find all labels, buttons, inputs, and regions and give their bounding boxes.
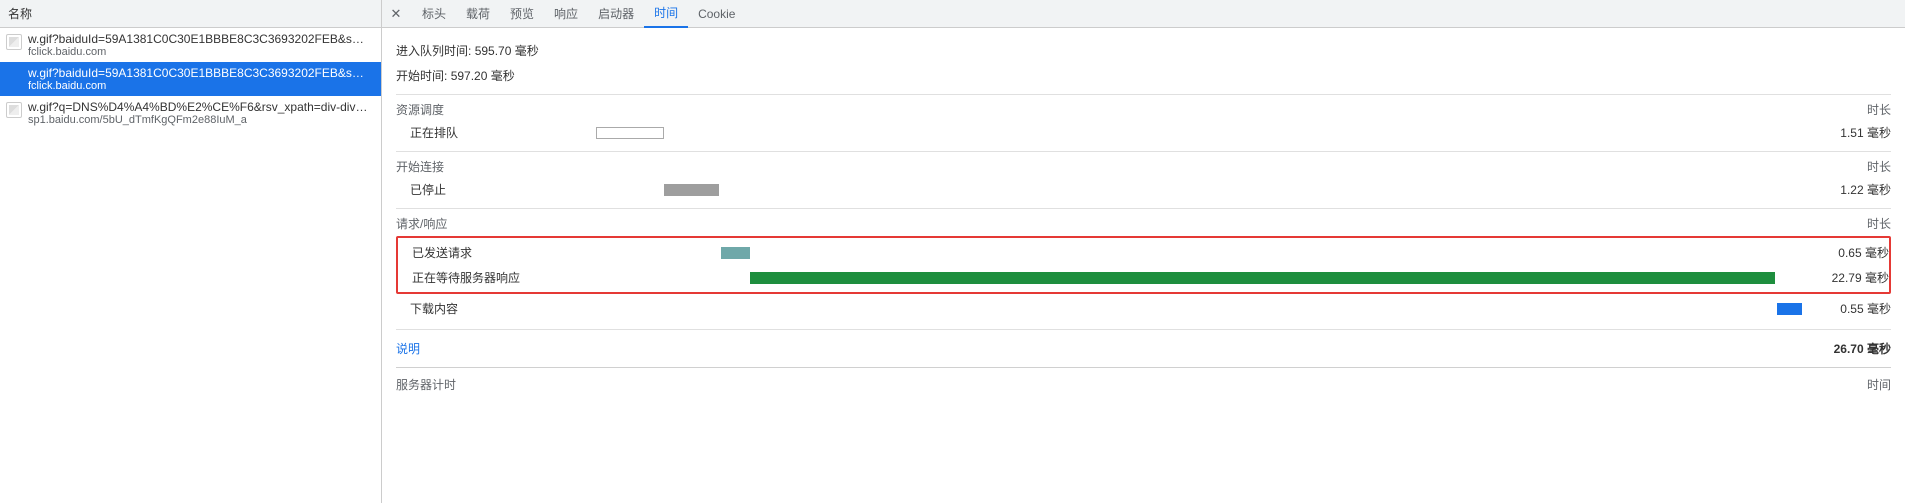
timing-row: 正在等待服务器响应 22.79 毫秒: [398, 265, 1889, 290]
timing-section-header: 资源调度 时长: [396, 94, 1891, 120]
network-requests-panel: 名称 w.gif?baiduId=59A1381C0C30E1BBBE8C3C3…: [0, 0, 382, 503]
start-time-value: 597.20 毫秒: [451, 69, 515, 83]
tab-响应[interactable]: 响应: [544, 0, 588, 28]
server-timing-right: 时间: [1867, 376, 1891, 393]
timing-section-header: 请求/响应 时长: [396, 208, 1891, 234]
section-duration-label: 时长: [1867, 158, 1891, 175]
timing-bar-area: [596, 183, 1801, 197]
section-title: 资源调度: [396, 101, 444, 118]
request-name: w.gif?q=DNS%D4%A4%BD%E2%CE%F6&rsv_xpath=…: [28, 100, 368, 114]
request-domain: fclick.baidu.com: [28, 46, 375, 58]
server-timing-header: 服务器计时 时间: [396, 367, 1891, 393]
queued-time-line: 进入队列时间: 595.70 毫秒: [396, 38, 1891, 63]
timing-row: 已停止 1.22 毫秒: [396, 177, 1891, 202]
timing-content: 进入队列时间: 595.70 毫秒 开始时间: 597.20 毫秒 资源调度时长…: [382, 28, 1905, 503]
section-duration-label: 时长: [1867, 215, 1891, 232]
detail-tabs: ✕ 标头载荷预览响应启动器时间Cookie: [382, 0, 1905, 28]
request-name: w.gif?baiduId=59A1381C0C30E1BBBE8C3C3693…: [28, 32, 368, 46]
request-row[interactable]: w.gif?q=DNS%D4%A4%BD%E2%CE%F6&rsv_xpath=…: [0, 96, 381, 130]
request-row[interactable]: w.gif?baiduId=59A1381C0C30E1BBBE8C3C3693…: [0, 28, 381, 62]
timing-row-value: 0.65 毫秒: [1799, 244, 1889, 261]
timing-row-value: 1.51 毫秒: [1801, 124, 1891, 141]
section-duration-label: 时长: [1867, 101, 1891, 118]
tab-时间[interactable]: 时间: [644, 0, 688, 28]
tab-标头[interactable]: 标头: [412, 0, 456, 28]
timing-bar: [750, 272, 1775, 284]
queued-time-value: 595.70 毫秒: [475, 44, 539, 58]
image-icon: [6, 34, 22, 50]
timing-bar: [596, 127, 664, 139]
timing-row-value: 22.79 毫秒: [1799, 269, 1889, 286]
request-list: w.gif?baiduId=59A1381C0C30E1BBBE8C3C3693…: [0, 28, 381, 503]
requests-header-name: 名称: [8, 5, 32, 22]
section-title: 开始连接: [396, 158, 444, 175]
timing-row: 正在排队 1.51 毫秒: [396, 120, 1891, 145]
timing-row-label: 已发送请求: [398, 244, 598, 261]
timing-bar-area: [598, 246, 1799, 260]
explanation-link[interactable]: 说明: [396, 340, 420, 357]
queued-time-label: 进入队列时间:: [396, 44, 471, 58]
tab-启动器[interactable]: 启动器: [588, 0, 644, 28]
timing-section-header: 开始连接 时长: [396, 151, 1891, 177]
explanation-row: 说明 26.70 毫秒: [396, 329, 1891, 367]
total-time: 26.70 毫秒: [1834, 340, 1891, 357]
request-row[interactable]: w.gif?baiduId=59A1381C0C30E1BBBE8C3C3693…: [0, 62, 381, 96]
image-icon: [6, 102, 22, 118]
timing-row-value: 0.55 毫秒: [1801, 300, 1891, 317]
image-icon: [6, 68, 22, 84]
timing-row-label: 下载内容: [396, 300, 596, 317]
timing-bar: [664, 184, 719, 196]
timing-bar: [1777, 303, 1802, 315]
request-domain: fclick.baidu.com: [28, 80, 375, 92]
timing-row-label: 已停止: [396, 181, 596, 198]
start-time-line: 开始时间: 597.20 毫秒: [396, 63, 1891, 88]
detail-panel: ✕ 标头载荷预览响应启动器时间Cookie 进入队列时间: 595.70 毫秒 …: [382, 0, 1905, 503]
timing-bar-area: [596, 302, 1801, 316]
tab-载荷[interactable]: 载荷: [456, 0, 500, 28]
timing-bar: [721, 247, 750, 259]
timing-row-value: 1.22 毫秒: [1801, 181, 1891, 198]
close-icon[interactable]: ✕: [386, 4, 406, 24]
timing-row-label: 正在排队: [396, 124, 596, 141]
timing-row: 已发送请求 0.65 毫秒: [398, 240, 1889, 265]
timing-row: 下载内容 0.55 毫秒: [396, 296, 1891, 321]
request-domain: sp1.baidu.com/5bU_dTmfKgQFm2e88IuM_a: [28, 114, 375, 126]
tab-Cookie[interactable]: Cookie: [688, 0, 745, 28]
tab-预览[interactable]: 预览: [500, 0, 544, 28]
request-name: w.gif?baiduId=59A1381C0C30E1BBBE8C3C3693…: [28, 66, 368, 80]
start-time-label: 开始时间:: [396, 69, 447, 83]
timing-bar-area: [596, 126, 1801, 140]
timing-row-label: 正在等待服务器响应: [398, 269, 598, 286]
requests-header: 名称: [0, 0, 381, 28]
server-timing-title: 服务器计时: [396, 376, 456, 393]
timing-bar-area: [598, 271, 1799, 285]
section-title: 请求/响应: [396, 215, 447, 232]
